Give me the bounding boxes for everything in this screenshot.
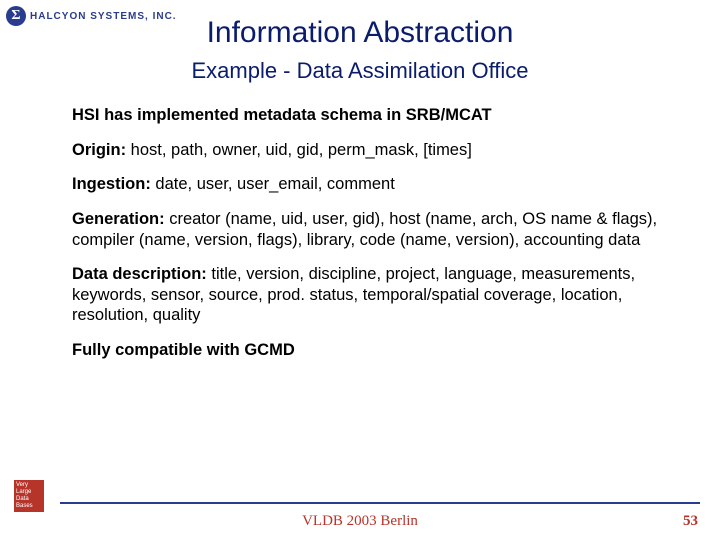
slide-title: Information Abstraction: [0, 16, 720, 50]
badge-line: Very: [16, 482, 42, 489]
vldb-badge: Very Large Data Bases: [14, 480, 44, 512]
footer-text: VLDB 2003 Berlin: [0, 513, 720, 530]
badge-line: Large: [16, 489, 42, 496]
para-ingestion: Ingestion: date, user, user_email, comme…: [72, 174, 662, 195]
para-text: date, user, user_email, comment: [151, 175, 395, 193]
para-lead: Origin:: [72, 141, 126, 159]
para-data-description: Data description: title, version, discip…: [72, 264, 662, 326]
para-generation: Generation: creator (name, uid, user, gi…: [72, 209, 662, 250]
page-number: 53: [683, 513, 698, 530]
badge-line: Bases: [16, 503, 42, 510]
para-gcmd: Fully compatible with GCMD: [72, 340, 662, 361]
para-text: HSI has implemented metadata schema in S…: [72, 106, 492, 124]
para-text: host, path, owner, uid, gid, perm_mask, …: [126, 141, 472, 159]
para-lead: Ingestion:: [72, 175, 151, 193]
para-origin: Origin: host, path, owner, uid, gid, per…: [72, 140, 662, 161]
badge-line: Data: [16, 496, 42, 503]
footer-divider: [60, 502, 700, 504]
slide-body: HSI has implemented metadata schema in S…: [72, 105, 662, 375]
para-intro: HSI has implemented metadata schema in S…: [72, 105, 662, 126]
para-lead: Generation:: [72, 210, 165, 228]
para-text: Fully compatible with GCMD: [72, 341, 295, 359]
para-lead: Data description:: [72, 265, 207, 283]
slide: Σ HALCYON SYSTEMS, INC. Information Abst…: [0, 0, 720, 540]
slide-subtitle: Example - Data Assimilation Office: [0, 58, 720, 84]
